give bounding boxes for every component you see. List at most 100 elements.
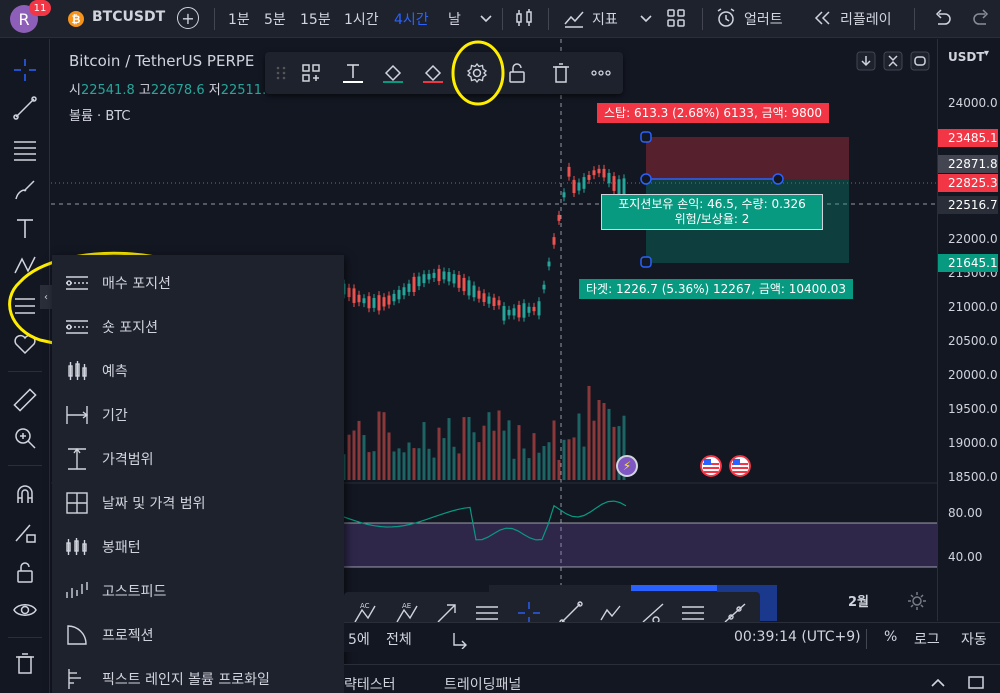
- menu-item-ghost-feed[interactable]: 고스트피드: [52, 569, 344, 613]
- unlock-icon[interactable]: [505, 61, 529, 85]
- width-handle[interactable]: [772, 173, 784, 185]
- us-flag-event-icon[interactable]: [729, 455, 751, 477]
- undo-icon[interactable]: [930, 6, 954, 30]
- trash-icon[interactable]: [12, 651, 38, 677]
- redo-icon[interactable]: [970, 6, 994, 30]
- maximize-panel-icon[interactable]: [966, 673, 986, 691]
- lock-pencil-icon[interactable]: [12, 519, 38, 545]
- currency-selector[interactable]: USDT: [948, 50, 985, 64]
- go-to-date-icon[interactable]: [450, 629, 470, 649]
- volume-bar: [587, 385, 591, 480]
- more-options-icon[interactable]: [589, 61, 613, 85]
- trend-line-icon[interactable]: [12, 95, 38, 121]
- volume-bar: [367, 452, 371, 480]
- volume-bar: [487, 412, 491, 480]
- price-axis[interactable]: USDT ▾ 24000.0 22000.0 21500.0 21000.0 2…: [937, 39, 1000, 621]
- menu-item-price-range[interactable]: 가격범위: [52, 437, 344, 481]
- stop-loss-zone[interactable]: [646, 137, 849, 179]
- timeframe-1h[interactable]: 1시간: [344, 9, 379, 29]
- chart-title: Bitcoin / TetherUS PERPE: [69, 52, 255, 70]
- price-tick: 22000.0: [948, 232, 998, 246]
- magnet-icon[interactable]: [12, 481, 38, 507]
- candles-group: [342, 162, 626, 325]
- stop-handle[interactable]: [640, 131, 652, 143]
- timeframe-1m[interactable]: 1분: [228, 9, 250, 29]
- menu-item-short-position[interactable]: 숏 포지션: [52, 305, 344, 349]
- svg-text:AE: AE: [402, 602, 411, 610]
- fill-color-2-icon[interactable]: [421, 61, 445, 85]
- alarm-clock-icon[interactable]: [714, 6, 738, 30]
- refresh-icon[interactable]: [910, 51, 930, 71]
- projection-icon: [67, 625, 87, 645]
- crosshair-icon[interactable]: [12, 57, 38, 83]
- pattern-tool-icon[interactable]: [12, 253, 38, 279]
- menu-item-date-range[interactable]: 기간: [52, 393, 344, 437]
- chevron-up-icon[interactable]: [928, 673, 948, 691]
- indicators-button[interactable]: 지표: [592, 9, 618, 29]
- zoom-in-icon[interactable]: [12, 425, 38, 451]
- collapse-menu-chevron-icon[interactable]: ‹: [40, 285, 52, 309]
- timeframe-4h[interactable]: 4시간: [394, 9, 429, 29]
- eye-icon[interactable]: [12, 597, 38, 623]
- price-tick: 18500.0: [948, 470, 998, 484]
- volume-bar: [422, 422, 426, 480]
- menu-item-bars-pattern[interactable]: 봉패턴: [52, 525, 344, 569]
- target-handle[interactable]: [640, 256, 652, 268]
- trash-icon[interactable]: [549, 61, 573, 85]
- chevron-down-icon[interactable]: [474, 6, 498, 30]
- symbol-search-button[interactable]: BTCUSDT: [92, 9, 165, 25]
- position-info-box[interactable]: 포지션보유 손익: 46.5, 수량: 0.326 위험/보상율: 2: [601, 194, 823, 230]
- clock-timezone[interactable]: 00:39:14 (UTC+9): [734, 629, 861, 645]
- scroll-down-icon[interactable]: [856, 51, 876, 71]
- percent-scale-button[interactable]: %: [884, 629, 897, 645]
- menu-item-projection[interactable]: 프로젝션: [52, 613, 344, 657]
- tab-trading-panel[interactable]: 트레이딩패널: [444, 674, 521, 693]
- timeframe-1d[interactable]: 날: [448, 9, 461, 29]
- range-all-button[interactable]: 전체: [386, 629, 412, 649]
- us-flag-event-icon[interactable]: [700, 455, 722, 477]
- volume-bar: [442, 438, 446, 480]
- time-range-bar[interactable]: [631, 585, 717, 591]
- drag-handle-icon[interactable]: [269, 61, 293, 85]
- menu-item-forecast[interactable]: 예측: [52, 349, 344, 393]
- chevron-down-icon[interactable]: ▾: [984, 48, 989, 59]
- alert-button[interactable]: 얼러트: [744, 9, 783, 29]
- favorite-heart-icon[interactable]: [12, 331, 38, 357]
- text-tool-icon[interactable]: [12, 215, 38, 241]
- fill-color-icon[interactable]: [381, 61, 405, 85]
- menu-item-long-position[interactable]: 매수 포지션: [52, 261, 344, 305]
- compare-symbol-plus-icon[interactable]: +: [177, 7, 199, 29]
- indicators-icon[interactable]: [562, 6, 586, 30]
- timeframe-15m[interactable]: 15분: [300, 9, 331, 29]
- menu-item-fixed-range-volume-profile[interactable]: 픽스트 레인지 볼륨 프로화일: [52, 657, 344, 693]
- timeframe-5m[interactable]: 5분: [264, 9, 286, 29]
- tab-strategy-tester[interactable]: 략테스터: [344, 674, 396, 693]
- volume-bar: [432, 457, 436, 480]
- replay-button[interactable]: 리플레이: [840, 9, 892, 29]
- menu-item-label: 매수 포지션: [102, 276, 171, 292]
- text-color-icon[interactable]: [341, 61, 365, 85]
- lightning-event-icon[interactable]: ⚡: [616, 455, 638, 477]
- collapse-icon[interactable]: [883, 51, 903, 71]
- rewind-icon[interactable]: [810, 6, 834, 30]
- time-axis-month: 2월: [848, 595, 870, 610]
- entry-handle[interactable]: [640, 173, 652, 185]
- lock-icon[interactable]: [12, 559, 38, 585]
- chevron-down-icon[interactable]: [634, 6, 658, 30]
- short-position-icon: [66, 320, 88, 334]
- brush-icon[interactable]: [12, 177, 38, 203]
- settings-gear-icon[interactable]: [907, 591, 927, 611]
- position-tools-icon[interactable]: [12, 293, 38, 319]
- layout-grid-icon[interactable]: [664, 6, 688, 30]
- settings-gear-icon[interactable]: [465, 61, 489, 85]
- candle-type-icon[interactable]: [512, 6, 536, 30]
- long-position-icon: [66, 276, 88, 290]
- volume-bar: [377, 411, 381, 480]
- range-5d-button[interactable]: 5에: [348, 629, 370, 649]
- ruler-icon[interactable]: [12, 387, 38, 413]
- menu-item-date-price-range[interactable]: 날짜 및 가격 범위: [52, 481, 344, 525]
- fib-lines-icon[interactable]: [12, 137, 38, 163]
- log-scale-button[interactable]: 로그: [914, 629, 940, 649]
- auto-scale-button[interactable]: 자동: [961, 629, 987, 649]
- template-grid-icon[interactable]: [299, 61, 323, 85]
